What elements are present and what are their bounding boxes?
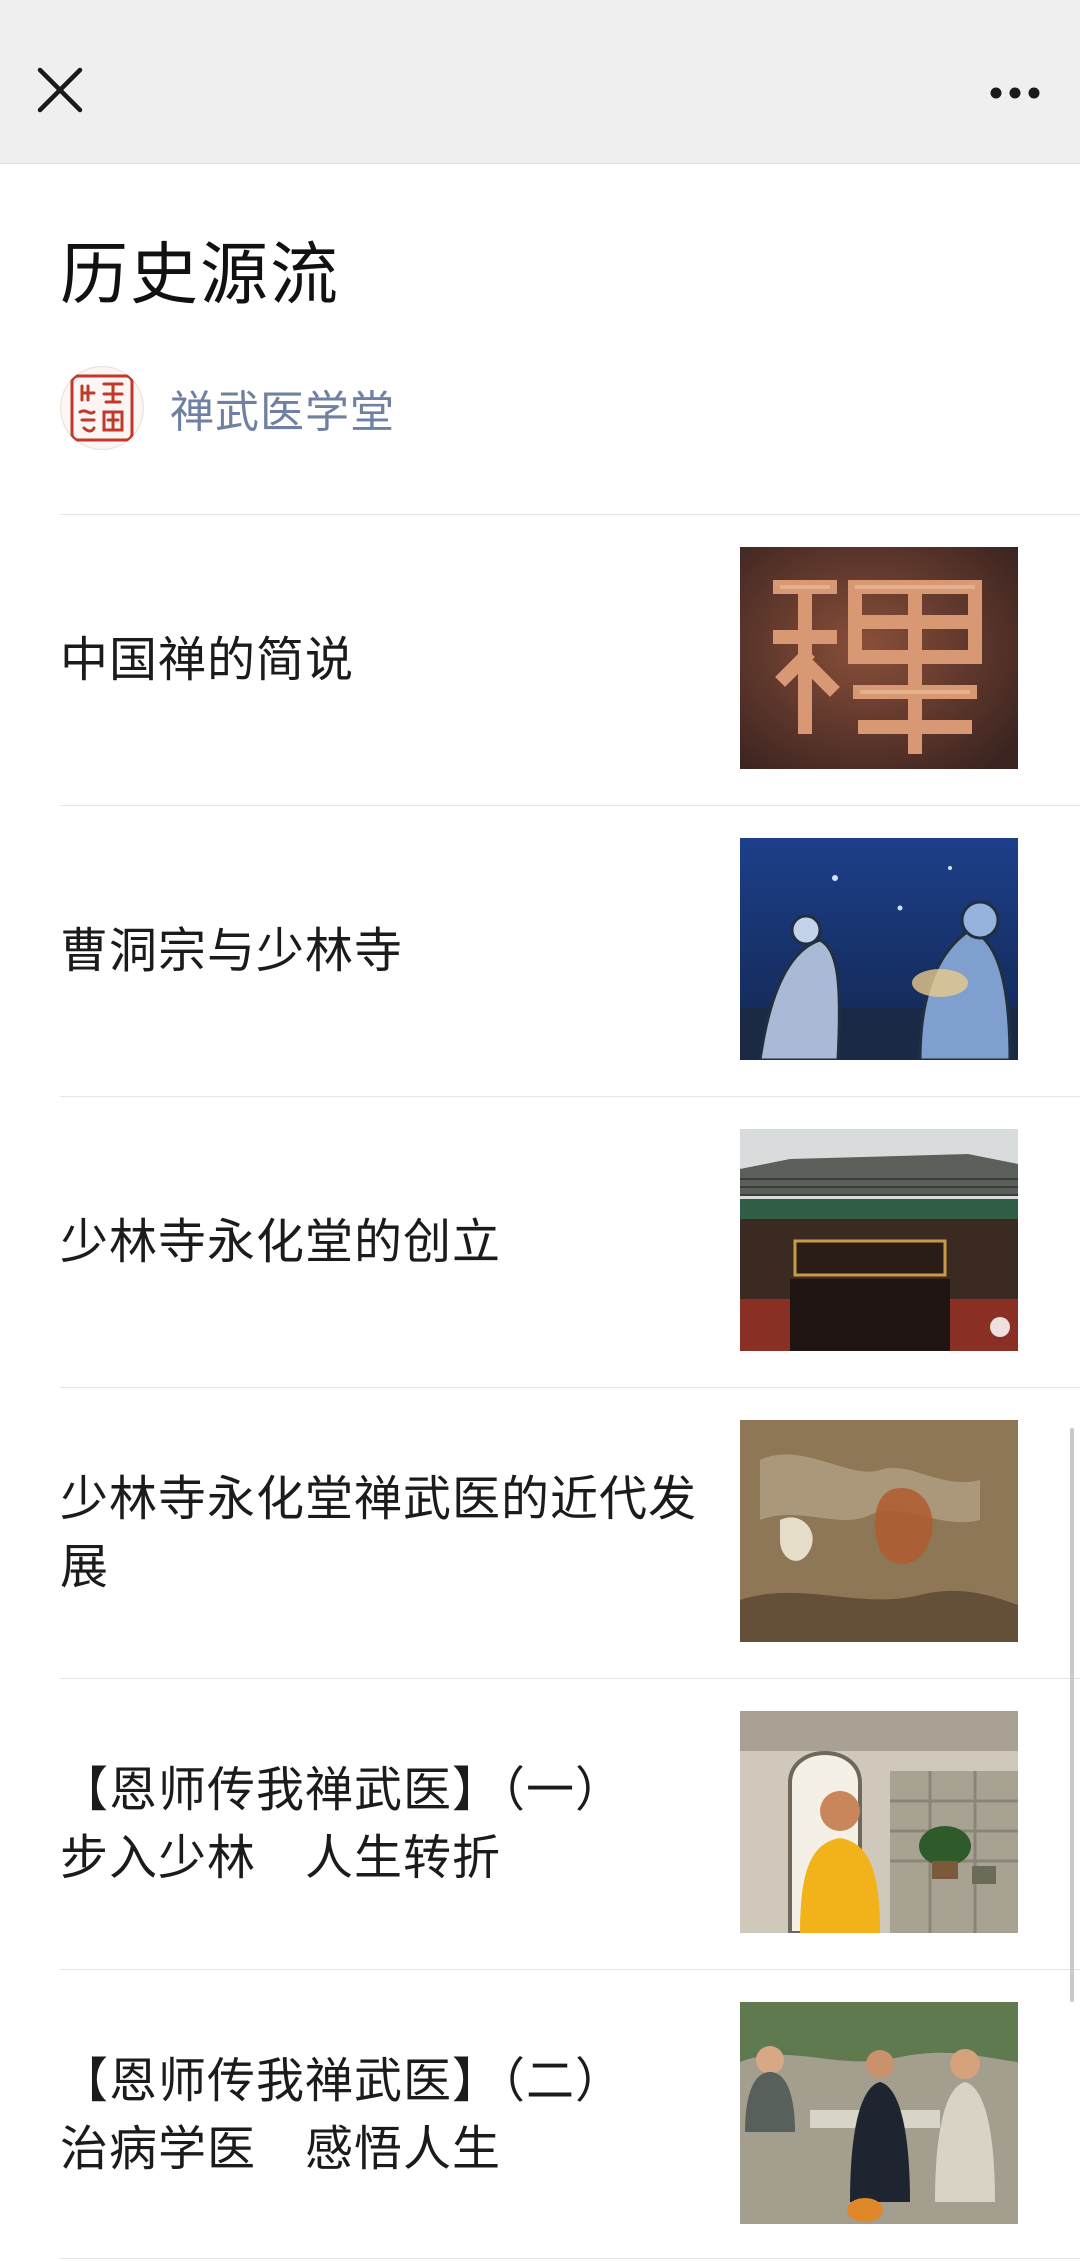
article-thumbnail[interactable]	[740, 547, 1018, 769]
article-thumbnail[interactable]	[740, 2002, 1018, 2224]
author-name[interactable]: 禅武医学堂	[170, 376, 395, 440]
article-title[interactable]: 少林寺永化堂的创立	[60, 1097, 700, 1387]
close-icon	[37, 67, 83, 113]
list-item[interactable]: 【恩师传我禅武医】（二） 治病学医 感悟人生	[60, 1969, 1080, 2260]
article-thumbnail[interactable]	[740, 838, 1018, 1060]
more-icon	[990, 87, 1040, 99]
page-title: 历史源流	[60, 236, 341, 315]
avatar[interactable]	[60, 366, 144, 450]
article-title[interactable]: 【恩师传我禅武医】（二） 治病学医 感悟人生	[60, 1970, 700, 2260]
seal-stamp-icon	[70, 374, 134, 442]
article-title[interactable]: 曹洞宗与少林寺	[60, 806, 700, 1096]
article-title[interactable]: 【恩师传我禅武医】（一） 步入少林 人生转折	[60, 1679, 700, 1969]
article-thumbnail[interactable]	[740, 1129, 1018, 1351]
article-thumbnail[interactable]	[740, 1711, 1018, 1933]
article-title[interactable]: 少林寺永化堂禅武医的近代发展	[60, 1388, 700, 1678]
article-list: 中国禅的简说 曹洞宗与少林寺 少林寺永化堂的创立 少林寺永化堂禅武医的近代发展 …	[60, 514, 1080, 2260]
list-item[interactable]: 中国禅的简说	[60, 514, 1080, 805]
article-thumbnail[interactable]	[740, 1420, 1018, 1642]
more-button[interactable]	[980, 58, 1050, 128]
divider	[60, 2258, 1080, 2259]
author-row[interactable]: 禅武医学堂	[60, 366, 395, 450]
list-item[interactable]: 曹洞宗与少林寺	[60, 805, 1080, 1096]
top-bar	[0, 0, 1080, 164]
list-item[interactable]: 少林寺永化堂禅武医的近代发展	[60, 1387, 1080, 1678]
scrollbar[interactable]	[1070, 1428, 1074, 2002]
list-item[interactable]: 【恩师传我禅武医】（一） 步入少林 人生转折	[60, 1678, 1080, 1969]
close-button[interactable]	[24, 52, 96, 124]
list-item[interactable]: 少林寺永化堂的创立	[60, 1096, 1080, 1387]
article-title[interactable]: 中国禅的简说	[60, 515, 700, 805]
